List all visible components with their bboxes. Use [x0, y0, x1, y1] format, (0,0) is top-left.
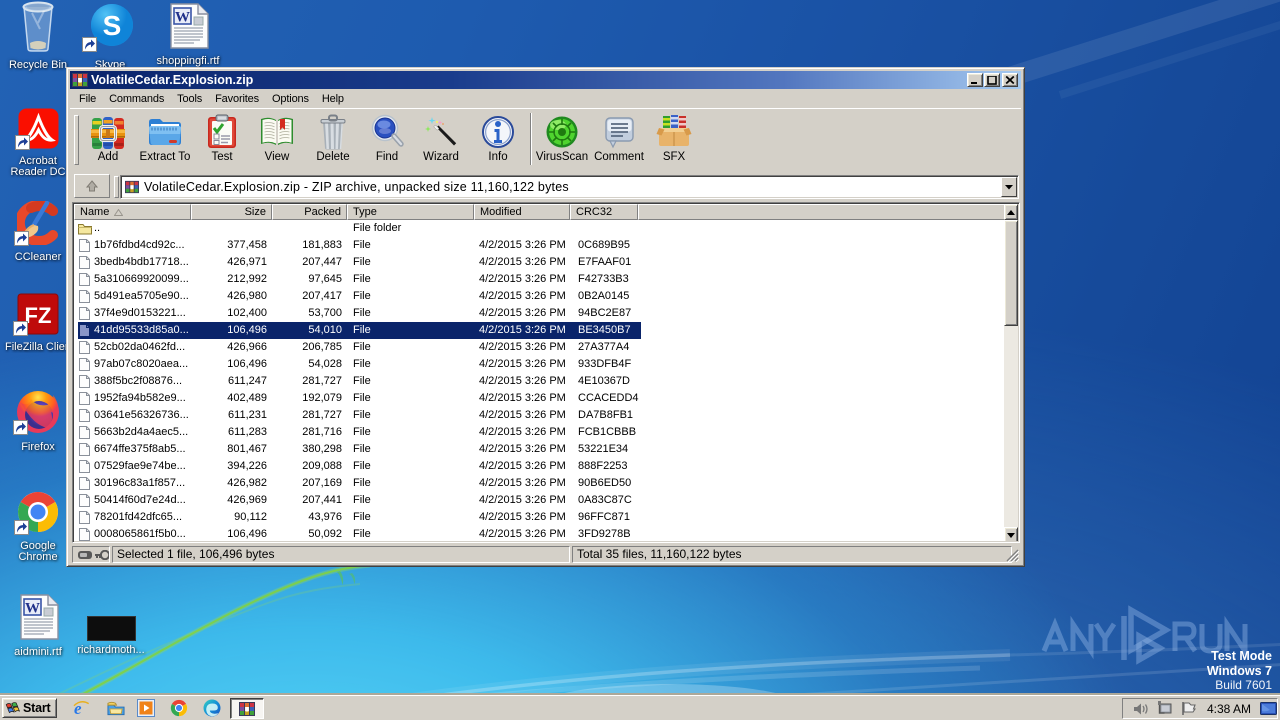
svg-text:FZ: FZ [25, 303, 52, 328]
svg-text:W: W [175, 10, 190, 26]
svg-text:S: S [103, 10, 122, 41]
svg-text:W: W [25, 601, 40, 617]
